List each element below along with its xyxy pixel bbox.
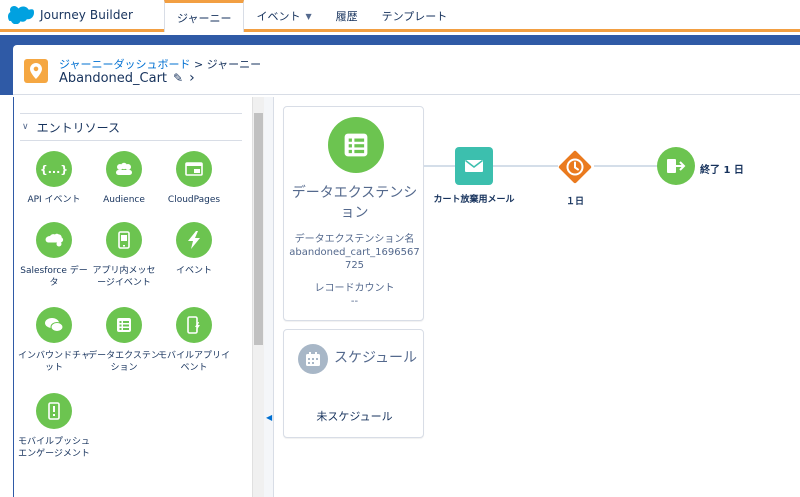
tab-label: ジャーニー: [177, 11, 232, 25]
entry-source-mobile-push[interactable]: モバイルプッシュエンゲージメント: [18, 393, 90, 460]
email-activity[interactable]: [455, 147, 493, 185]
journey-header: ジャーニーダッシュボード > ジャーニー Abandoned_Cart ✎ ›: [13, 45, 800, 95]
mobile-push-icon: [36, 393, 72, 429]
in-app-message-icon: [106, 222, 142, 258]
connector-line: [424, 165, 455, 167]
audience-people-icon: [106, 151, 142, 187]
lightning-event-icon: [176, 222, 212, 258]
entry-card-title: データエクステンション: [291, 185, 418, 221]
tile-label: Salesforce データ: [20, 266, 88, 288]
schedule-card[interactable]: スケジュール 未スケジュール: [283, 329, 424, 438]
data-extension-icon: [328, 117, 384, 173]
entry-source-mobile-app-event[interactable]: モバイルアプリイベント: [158, 307, 230, 374]
brand: Journey Builder: [0, 0, 164, 29]
data-extension-icon: [106, 307, 142, 343]
tab-label: 履歴: [335, 10, 358, 23]
cloudpages-icon: [176, 151, 212, 187]
schedule-title: スケジュール: [334, 350, 418, 366]
tab-journeys[interactable]: ジャーニー: [164, 0, 245, 32]
tile-label: Audience: [103, 195, 145, 205]
wait-activity[interactable]: [556, 148, 594, 186]
entry-source-inbound-chat[interactable]: インバウンドチャット: [18, 307, 90, 374]
record-count-block: レコードカウント --: [288, 282, 421, 308]
exit-activity-label: 終了 1 日: [700, 165, 744, 176]
entry-sources-header[interactable]: ∨ エントリソース: [20, 113, 242, 141]
salesforce-cloud-logo-icon: [8, 5, 34, 24]
sidebar-scrollbar-thumb[interactable]: [254, 113, 263, 345]
tile-label: アプリ内メッセージイベント: [92, 266, 156, 288]
entry-source-event[interactable]: イベント: [158, 222, 230, 277]
app-title: Journey Builder: [40, 7, 134, 22]
tab-events[interactable]: イベント ▼: [244, 0, 323, 32]
section-title: エントリソース: [36, 120, 120, 135]
entry-source-cloudpages[interactable]: CloudPages: [158, 151, 230, 206]
de-name-block: データエクステンション名 abandoned_cart_1696567725: [288, 233, 421, 272]
mobile-app-event-icon: [176, 307, 212, 343]
wait-activity-label: １日: [565, 197, 584, 207]
de-name-value: abandoned_cart_1696567725: [289, 247, 420, 271]
tab-history[interactable]: 履歴: [324, 0, 370, 32]
record-count-label: レコードカウント: [314, 283, 395, 294]
envelope-icon: [465, 159, 483, 172]
entry-source-in-app-message[interactable]: アプリ内メッセージイベント: [88, 222, 160, 289]
tile-label: API イベント: [27, 195, 81, 205]
record-count-value: --: [350, 296, 359, 307]
tab-templates[interactable]: テンプレート: [370, 0, 460, 32]
api-braces-icon: {...}: [36, 151, 72, 187]
tile-label: インバウンドチャット: [18, 351, 90, 373]
tile-label: イベント: [175, 266, 212, 276]
clock-wait-icon: [558, 150, 592, 184]
exit-activity[interactable]: [657, 147, 695, 185]
top-nav: Journey Builder ジャーニー イベント ▼ 履歴 テンプレート: [0, 0, 800, 32]
email-activity-label: カート放棄用メール: [433, 195, 515, 205]
edit-pencil-icon[interactable]: ✎: [173, 71, 183, 85]
schedule-status: 未スケジュール: [316, 410, 393, 423]
chat-bubbles-icon: [36, 307, 72, 343]
tab-label: テンプレート: [381, 10, 448, 23]
journey-location-pin-icon: [24, 59, 48, 83]
entry-source-audience[interactable]: Audience: [88, 151, 160, 206]
chevron-down-icon: ∨: [22, 122, 29, 132]
chevron-down-icon: ▼: [305, 11, 312, 21]
de-name-label: データエクステンション名: [294, 234, 415, 245]
connector-line: [493, 165, 558, 167]
sidebar-edge: [13, 97, 14, 497]
journey-name-row: Abandoned_Cart ✎ ›: [59, 70, 195, 86]
entry-source-salesforce-data[interactable]: Salesforce データ: [18, 222, 90, 289]
breadcrumb-current: ジャーニー: [206, 58, 262, 71]
exit-door-icon: [667, 159, 686, 173]
journey-name: Abandoned_Cart: [59, 70, 168, 86]
sidebar-collapse-strip[interactable]: [264, 97, 274, 497]
entry-source-data-extension[interactable]: データエクステンション: [88, 307, 160, 374]
tile-label: CloudPages: [167, 195, 221, 205]
calendar-icon: [298, 344, 328, 374]
chevron-right-icon[interactable]: ›: [189, 70, 195, 86]
tile-label: モバイルアプリイベント: [158, 351, 231, 373]
tab-label: イベント: [256, 10, 301, 23]
collapse-left-icon[interactable]: ◀: [266, 413, 272, 422]
salesforce-data-icon: [36, 222, 72, 258]
entry-source-card[interactable]: データエクステンション データエクステンション名 abandoned_cart_…: [283, 106, 424, 321]
connector-line: [594, 165, 658, 167]
tile-label: モバイルプッシュエンゲージメント: [18, 437, 91, 459]
breadcrumb-separator: >: [193, 58, 204, 71]
tile-label: データエクステンション: [88, 351, 160, 373]
entry-source-api-event[interactable]: {...} API イベント: [18, 151, 90, 206]
